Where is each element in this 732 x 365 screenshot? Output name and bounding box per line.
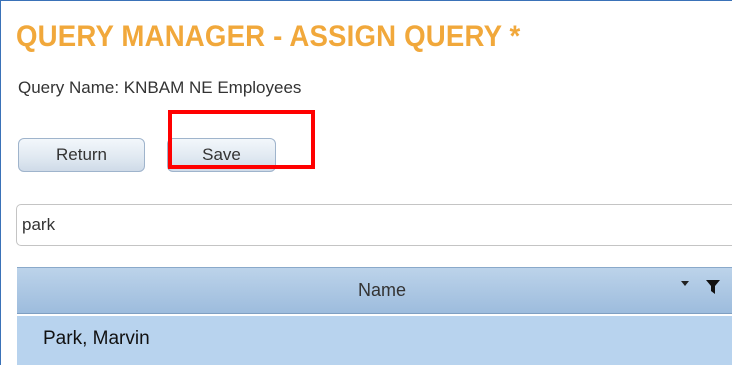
search-input[interactable] bbox=[16, 204, 732, 246]
column-header-name[interactable]: Name bbox=[17, 268, 732, 313]
table-row[interactable]: Park, Marvin bbox=[17, 316, 732, 365]
save-button[interactable]: Save bbox=[167, 138, 276, 172]
query-name-label: Query Name: KNBAM NE Employees bbox=[18, 78, 302, 97]
return-button[interactable]: Return bbox=[18, 138, 145, 172]
filter-icon[interactable] bbox=[706, 280, 720, 294]
sort-caret-icon[interactable] bbox=[681, 281, 689, 286]
row-name-cell: Park, Marvin bbox=[43, 328, 150, 349]
grid-header: Name bbox=[17, 267, 732, 314]
page-title: QUERY MANAGER - ASSIGN QUERY * bbox=[16, 20, 521, 53]
